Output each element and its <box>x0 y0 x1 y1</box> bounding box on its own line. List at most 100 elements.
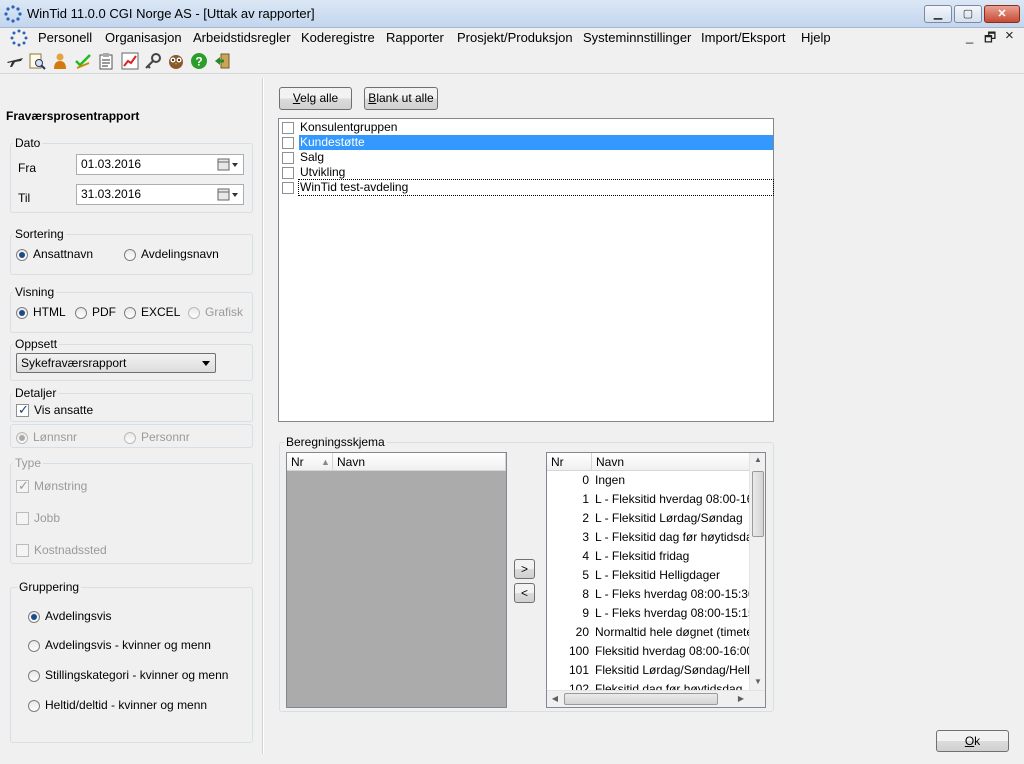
checkbox-icon[interactable] <box>282 166 294 179</box>
velg-alle-label: Velg alle <box>293 91 338 105</box>
blank-ut-alle-button[interactable]: Blank ut alle <box>364 87 438 110</box>
type-legend: Type <box>15 456 42 470</box>
column-nr[interactable]: Nr <box>291 455 304 469</box>
menu-arbeidstidsregler[interactable]: Arbeidstidsregler <box>191 30 293 45</box>
app-menu-icon[interactable] <box>10 29 28 47</box>
vis-ansatte-checkbox[interactable]: Vis ansatte <box>16 402 94 418</box>
panel-splitter[interactable] <box>262 78 264 754</box>
gruppering-stillingskategori-radio[interactable]: Stillingskategori - kvinner og menn <box>28 668 228 682</box>
menu-hjelp[interactable]: Hjelp <box>799 30 833 45</box>
gruppering-avdelingsvis-kjonn-radio[interactable]: Avdelingsvis - kvinner og menn <box>28 638 211 652</box>
type-monstring-checkbox: Mønstring <box>16 478 88 494</box>
owl-icon[interactable] <box>167 52 185 70</box>
list-item[interactable]: Kundestøtte <box>281 135 773 150</box>
row-navn: L - Fleks hverdag 08:00-15:15 <box>595 606 749 620</box>
row-nr: 4 <box>582 549 589 563</box>
row-navn: L - Fleksitid hverdag 08:00-16:00 <box>595 492 749 506</box>
chevron-down-icon <box>202 361 210 366</box>
scroll-thumb[interactable] <box>564 693 718 705</box>
plane-icon[interactable] <box>6 52 24 70</box>
personnr-label: Personnr <box>141 430 190 444</box>
menu-rapporter[interactable]: Rapporter <box>384 30 446 45</box>
checkbox-icon[interactable] <box>282 136 294 149</box>
column-nr[interactable]: Nr <box>551 455 564 469</box>
exit-icon[interactable] <box>213 52 231 70</box>
person-icon[interactable] <box>51 52 69 70</box>
til-date-field[interactable]: 31.03.2016 <box>76 184 244 205</box>
row-nr: 20 <box>575 625 589 639</box>
oppsett-selected-value: Sykefraværsrapport <box>21 356 127 370</box>
ok-button[interactable]: Ok <box>936 730 1009 752</box>
column-separator <box>505 453 506 471</box>
sort-ansattnavn-radio[interactable]: Ansattnavn <box>16 247 93 261</box>
mdi-close-button[interactable]: × <box>1005 27 1014 44</box>
checkbox-checked-icon <box>16 402 29 418</box>
maximize-button[interactable]: ▢ <box>954 5 982 23</box>
menu-koderegistre[interactable]: Koderegistre <box>299 30 377 45</box>
menu-organisasjon[interactable]: Organisasjon <box>103 30 184 45</box>
document-search-icon[interactable] <box>28 52 46 70</box>
scroll-down-icon[interactable]: ▼ <box>750 677 766 686</box>
scroll-thumb[interactable] <box>752 471 764 537</box>
calendar-dropdown-icon[interactable] <box>217 187 239 202</box>
oppsett-dropdown[interactable]: Sykefraværsrapport <box>16 353 216 373</box>
clipboard-icon[interactable] <box>97 52 115 70</box>
column-navn[interactable]: Navn <box>596 455 624 469</box>
velg-alle-rest: elg alle <box>300 91 339 105</box>
help-icon[interactable]: ? <box>190 52 208 70</box>
horizontal-scrollbar[interactable]: ◀ ▶ <box>547 690 765 707</box>
add-beregning-button[interactable]: > <box>514 559 535 579</box>
list-item[interactable]: Konsulentgruppen <box>281 120 773 135</box>
menu-bar: Personell Organisasjon Arbeidstidsregler… <box>0 27 1024 51</box>
gruppering-heltid-deltid-label: Heltid/deltid - kvinner og menn <box>45 698 208 712</box>
menu-systeminnstillinger[interactable]: Systeminnstillinger <box>581 30 693 45</box>
type-monstring-label: Mønstring <box>34 479 88 493</box>
visning-html-radio[interactable]: HTML <box>16 305 66 319</box>
sort-avdelingsnavn-radio[interactable]: Avdelingsnavn <box>124 247 219 261</box>
gruppering-avdelingsvis-radio[interactable]: Avdelingsvis <box>28 609 111 623</box>
fra-date-field[interactable]: 01.03.2016 <box>76 154 244 175</box>
visning-pdf-radio[interactable]: PDF <box>75 305 116 319</box>
menu-personell[interactable]: Personell <box>36 30 94 45</box>
mdi-restore-button[interactable]: 🗗 <box>984 29 996 51</box>
checklist-icon[interactable] <box>74 52 92 70</box>
radio-selected-icon <box>16 248 28 261</box>
visning-excel-radio[interactable]: EXCEL <box>124 305 180 319</box>
beregningsskjema-legend: Beregningsskjema <box>286 435 385 449</box>
key-icon[interactable] <box>144 52 162 70</box>
menu-import-eksport[interactable]: Import/Eksport <box>699 30 788 45</box>
checkbox-icon[interactable] <box>282 121 294 134</box>
list-item[interactable]: Utvikling <box>281 165 773 180</box>
department-list[interactable]: Konsulentgruppen Kundestøtte Salg Utvikl… <box>278 118 774 422</box>
scroll-up-icon[interactable]: ▲ <box>750 455 766 464</box>
minimize-button[interactable]: ▁ <box>924 5 952 23</box>
velg-alle-button[interactable]: Velg alle <box>279 87 352 110</box>
scroll-right-icon[interactable]: ▶ <box>735 694 747 703</box>
column-navn[interactable]: Navn <box>337 455 365 469</box>
list-item[interactable]: WinTid test-avdeling <box>281 179 774 196</box>
available-beregning-list[interactable]: Nr Navn 0 Ingen 1 L - Fleksitid hverdag 08… <box>546 452 766 708</box>
list-item[interactable]: Salg <box>281 150 773 165</box>
close-button[interactable]: ✕ <box>984 5 1020 23</box>
radio-icon <box>28 699 40 712</box>
menu-prosjekt-produksjon[interactable]: Prosjekt/Produksjon <box>455 30 575 45</box>
row-nr: 0 <box>582 473 589 487</box>
chart-icon[interactable] <box>121 52 139 70</box>
remove-beregning-button[interactable]: < <box>514 583 535 603</box>
dato-legend: Dato <box>15 136 41 150</box>
radio-selected-icon <box>28 610 40 623</box>
calendar-dropdown-icon[interactable] <box>217 157 239 172</box>
row-nr: 101 <box>568 663 589 677</box>
checkbox-disabled-checked-icon <box>16 478 29 494</box>
scroll-left-icon[interactable]: ◀ <box>549 694 561 703</box>
sort-ansattnavn-label: Ansattnavn <box>33 247 94 261</box>
checkbox-icon[interactable] <box>282 151 294 164</box>
vis-ansatte-label: Vis ansatte <box>34 403 94 417</box>
mdi-minimize-button[interactable]: _ <box>966 29 973 44</box>
vertical-scrollbar[interactable]: ▲ ▼ <box>749 453 765 690</box>
gruppering-heltid-deltid-radio[interactable]: Heltid/deltid - kvinner og menn <box>28 698 207 712</box>
checkbox-icon[interactable] <box>282 181 294 194</box>
selected-beregning-list[interactable]: Nr ▲ Navn <box>286 452 507 708</box>
checkbox-disabled-icon <box>16 512 29 526</box>
row-navn: Fleksitid dag før høytidsdag <box>595 682 743 690</box>
